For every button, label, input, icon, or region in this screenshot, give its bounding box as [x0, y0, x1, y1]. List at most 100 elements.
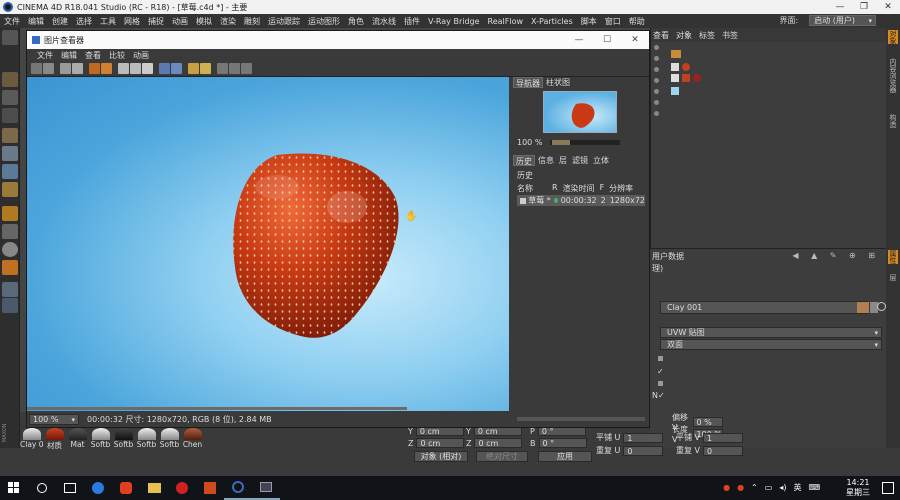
tile-u-input[interactable]: 1 [623, 432, 664, 443]
sky-object-icon[interactable] [671, 87, 679, 95]
tab-view[interactable]: 查看 [653, 30, 669, 41]
navigator-zoom-slider[interactable] [550, 139, 621, 145]
side-dropdown[interactable]: 双面 [660, 339, 882, 350]
pv-menu-edit[interactable]: 编辑 [61, 50, 77, 61]
navigator-thumbnail[interactable] [543, 91, 617, 133]
network-icon[interactable]: ▭ [765, 483, 773, 492]
material-swatch[interactable]: Softb [112, 428, 135, 451]
menu-edit[interactable]: 编辑 [28, 16, 44, 27]
pv-minimize-button[interactable]: — [565, 31, 593, 49]
taskbar-cinema4d[interactable] [224, 476, 252, 500]
material-swatch[interactable]: Chen [181, 428, 204, 451]
null-object-icon[interactable] [671, 50, 681, 58]
taskbar-browser[interactable] [84, 476, 112, 500]
tab-bookmarks[interactable]: 书签 [722, 30, 738, 41]
solo-icon[interactable] [2, 242, 18, 257]
snap-icon[interactable] [2, 224, 18, 239]
grid-icon[interactable] [2, 282, 18, 297]
visibility-dot-icon[interactable] [654, 100, 659, 105]
menu-simulate[interactable]: 模拟 [196, 16, 212, 27]
menu-sculpt[interactable]: 雕刻 [244, 16, 260, 27]
model-mode-icon[interactable] [2, 72, 18, 87]
menu-select[interactable]: 选择 [76, 16, 92, 27]
tray-icon[interactable]: ● [737, 483, 744, 492]
tab-info[interactable]: 信息 [536, 155, 556, 166]
material-link-icon[interactable] [877, 302, 886, 311]
col-render-time[interactable]: 渲染时间 [563, 183, 595, 194]
menu-file[interactable]: 文件 [4, 16, 20, 27]
render-view-icon[interactable] [89, 63, 100, 74]
menu-mograph[interactable]: 运动图形 [308, 16, 340, 27]
tab-layers[interactable]: 层 [557, 155, 569, 166]
play-icon[interactable] [229, 63, 240, 74]
object-mode-dropdown[interactable]: 对象 (相对) [414, 451, 468, 462]
menu-help[interactable]: 帮助 [629, 16, 645, 27]
material-field[interactable]: Clay 001 [660, 301, 868, 314]
edges-mode-icon[interactable] [2, 146, 18, 161]
stop-icon[interactable] [217, 63, 228, 74]
menu-tools[interactable]: 工具 [100, 16, 116, 27]
col-resolution[interactable]: 分辨率 [609, 183, 633, 194]
checkbox-empty[interactable] [658, 381, 663, 386]
menu-mesh[interactable]: 网格 [124, 16, 140, 27]
z-position-input[interactable]: 0 cm [416, 438, 465, 448]
taskbar-clock[interactable]: 14:21 星期三 [846, 478, 870, 498]
pv-menu-animation[interactable]: 动画 [133, 50, 149, 61]
checker-tag-icon[interactable] [671, 74, 679, 82]
menu-realflow[interactable]: RealFlow [488, 17, 524, 26]
side-tab-attributes[interactable]: 属性 [888, 250, 898, 264]
menu-vray-bridge[interactable]: V-Ray Bridge [428, 17, 480, 26]
checker-tag-icon[interactable] [671, 63, 679, 71]
minimize-button[interactable]: — [828, 0, 852, 14]
material-swatch[interactable]: Softb [135, 428, 158, 451]
axis-mode-icon[interactable] [2, 182, 18, 197]
menu-script[interactable]: 脚本 [581, 16, 597, 27]
material-tag-icon[interactable] [682, 63, 690, 71]
compare-b-icon[interactable] [130, 63, 141, 74]
tweak-icon[interactable] [2, 206, 18, 221]
zoom-dropdown[interactable]: 100 % [29, 413, 79, 425]
task-view-button[interactable] [56, 476, 84, 500]
open-file-icon[interactable] [31, 63, 42, 74]
material-swatch[interactable]: Softb [158, 428, 181, 451]
projection-dropdown[interactable]: UVW 贴图 [660, 327, 882, 338]
tab-objects[interactable]: 对象 [676, 30, 692, 41]
notifications-icon[interactable] [882, 482, 894, 494]
render-horizontal-scrollbar[interactable] [27, 407, 407, 410]
tray-icon[interactable]: ● [723, 483, 730, 492]
search-button[interactable] [28, 476, 56, 500]
apply-button[interactable]: 应用 [538, 451, 592, 462]
menu-animate[interactable]: 动画 [172, 16, 188, 27]
visibility-dot-icon[interactable] [654, 67, 659, 72]
taskbar-baidu[interactable] [112, 476, 140, 500]
menu-create[interactable]: 创建 [52, 16, 68, 27]
repeat-u-input[interactable]: 0 [623, 445, 664, 456]
checkbox-checked-icon[interactable]: ✓ [658, 391, 665, 400]
loop-icon[interactable] [241, 63, 252, 74]
history-scrollbar[interactable] [517, 417, 645, 421]
menu-pipeline[interactable]: 流水线 [372, 16, 396, 27]
fit-icon[interactable] [72, 63, 83, 74]
menu-motion-tracking[interactable]: 运动跟踪 [268, 16, 300, 27]
color-green-icon[interactable] [200, 63, 211, 74]
save-file-icon[interactable] [43, 63, 54, 74]
view-split-icon[interactable] [171, 63, 182, 74]
keyboard-icon[interactable]: ⌨ [808, 483, 820, 492]
z-size-input[interactable]: 0 cm [474, 438, 523, 448]
col-r[interactable]: R [552, 183, 558, 194]
tab-histogram[interactable]: 柱状图 [544, 77, 572, 88]
side-tab-structure[interactable]: 构造 [888, 114, 898, 128]
checkbox-empty[interactable] [658, 356, 663, 361]
size-mode-dropdown[interactable]: 绝对尺寸 [476, 451, 528, 462]
taskbar-powerpoint[interactable] [196, 476, 224, 500]
texture-mode-icon[interactable] [2, 90, 18, 105]
volume-icon[interactable]: ◂) [779, 483, 786, 492]
visibility-dot-icon[interactable] [654, 111, 659, 116]
tab-history[interactable]: 历史 [513, 155, 535, 166]
menu-plugins[interactable]: 插件 [404, 16, 420, 27]
points-mode-icon[interactable] [2, 128, 18, 143]
pv-menu-file[interactable]: 文件 [37, 50, 53, 61]
repeat-v-input[interactable]: 0 [703, 445, 744, 456]
taskbar-picture-viewer[interactable] [252, 476, 280, 500]
menu-character[interactable]: 角色 [348, 16, 364, 27]
